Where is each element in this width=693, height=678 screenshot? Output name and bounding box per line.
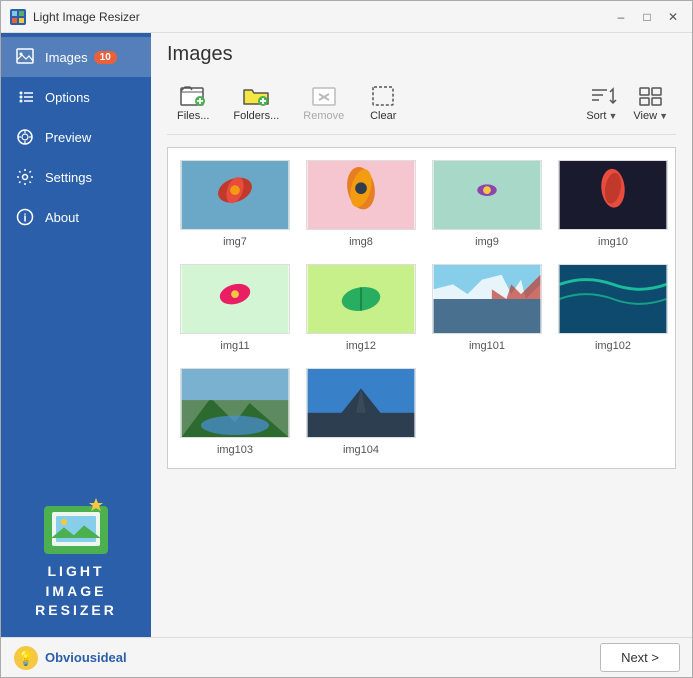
- sidebar-nav: Images 10 Optio: [1, 33, 151, 474]
- title-bar: Light Image Resizer – □ ✕: [1, 1, 692, 33]
- sidebar-item-settings[interactable]: Settings: [1, 157, 151, 197]
- svg-text:i: i: [23, 213, 26, 225]
- list-item[interactable]: img9: [432, 160, 542, 248]
- list-item[interactable]: img103: [180, 368, 290, 456]
- image-label: img103: [217, 444, 253, 456]
- preview-icon: [15, 127, 35, 147]
- footer: 💡 Obviousideal Next >: [1, 637, 692, 677]
- page-title: Images: [167, 43, 676, 66]
- about-icon: i: [15, 207, 35, 227]
- view-dropdown-arrow[interactable]: ▼: [659, 111, 668, 121]
- list-item[interactable]: img101: [432, 264, 542, 352]
- sort-button[interactable]: Sort ▼: [578, 80, 625, 126]
- minimize-button[interactable]: –: [610, 6, 632, 28]
- sidebar-item-preview[interactable]: Preview: [1, 117, 151, 157]
- images-badge: 10: [94, 51, 117, 64]
- sidebar-item-about[interactable]: i About: [1, 197, 151, 237]
- settings-label: Settings: [45, 170, 92, 185]
- toolbar: Files... Fold: [167, 76, 676, 135]
- image-label: img12: [346, 340, 376, 352]
- list-item[interactable]: img7: [180, 160, 290, 248]
- files-icon: [181, 84, 205, 108]
- image-label: img9: [475, 236, 499, 248]
- image-label: img11: [220, 340, 249, 352]
- maximize-button[interactable]: □: [636, 6, 658, 28]
- sidebar-item-images[interactable]: Images 10: [1, 37, 151, 77]
- content-header: Images: [151, 33, 692, 135]
- clear-label: Clear: [370, 110, 396, 122]
- list-item[interactable]: img10: [558, 160, 668, 248]
- toolbar-right: Sort ▼: [578, 80, 676, 126]
- view-button[interactable]: View ▼: [625, 80, 676, 126]
- remove-label: Remove: [303, 110, 344, 122]
- sidebar-logo-graphic: [40, 490, 112, 562]
- footer-logo: 💡 Obviousideal: [13, 645, 127, 671]
- list-item[interactable]: img11: [180, 264, 290, 352]
- folders-icon: [244, 84, 268, 108]
- list-item[interactable]: img8: [306, 160, 416, 248]
- close-button[interactable]: ✕: [662, 6, 684, 28]
- svg-text:💡: 💡: [17, 650, 34, 667]
- list-item[interactable]: img102: [558, 264, 668, 352]
- sidebar: Images 10 Optio: [1, 33, 151, 637]
- image-grid: img7 img8 img9 img10 img11: [167, 147, 676, 469]
- clear-button[interactable]: Clear: [358, 80, 408, 126]
- image-label: img8: [349, 236, 373, 248]
- image-label: img102: [595, 340, 631, 352]
- list-item[interactable]: img104: [306, 368, 416, 456]
- sidebar-item-options[interactable]: Options: [1, 77, 151, 117]
- files-label: Files...: [177, 110, 209, 122]
- sidebar-logo-area: LIGHT IMAGE RESIZER: [1, 474, 151, 637]
- image-label: img7: [223, 236, 247, 248]
- view-label: View: [633, 110, 657, 122]
- sort-dropdown-arrow[interactable]: ▼: [609, 111, 618, 121]
- files-button[interactable]: Files...: [167, 80, 219, 126]
- image-grid-container: img7 img8 img9 img10 img11: [151, 135, 692, 637]
- app-icon: [9, 8, 27, 26]
- footer-logo-icon: 💡: [13, 645, 39, 671]
- image-label: img104: [343, 444, 379, 456]
- content-area: Images: [151, 33, 692, 637]
- folders-label: Folders...: [233, 110, 279, 122]
- images-label: Images: [45, 50, 88, 65]
- next-button[interactable]: Next >: [600, 643, 680, 672]
- options-label: Options: [45, 90, 90, 105]
- window-title: Light Image Resizer: [33, 10, 610, 24]
- sort-icon: [590, 84, 614, 108]
- footer-brand-text: Obviousideal: [45, 650, 127, 665]
- clear-icon: [371, 84, 395, 108]
- sidebar-brand: LIGHT IMAGE RESIZER: [35, 562, 117, 621]
- folders-button[interactable]: Folders...: [223, 80, 289, 126]
- images-icon: [15, 47, 35, 67]
- settings-icon: [15, 167, 35, 187]
- window-controls: – □ ✕: [610, 6, 684, 28]
- list-item[interactable]: img12: [306, 264, 416, 352]
- image-label: img101: [469, 340, 505, 352]
- about-label: About: [45, 210, 79, 225]
- remove-button[interactable]: Remove: [293, 80, 354, 126]
- sort-label: Sort: [586, 110, 606, 122]
- preview-label: Preview: [45, 130, 91, 145]
- remove-icon: [312, 84, 336, 108]
- view-icon: [639, 84, 663, 108]
- image-label: img10: [598, 236, 628, 248]
- options-icon: [15, 87, 35, 107]
